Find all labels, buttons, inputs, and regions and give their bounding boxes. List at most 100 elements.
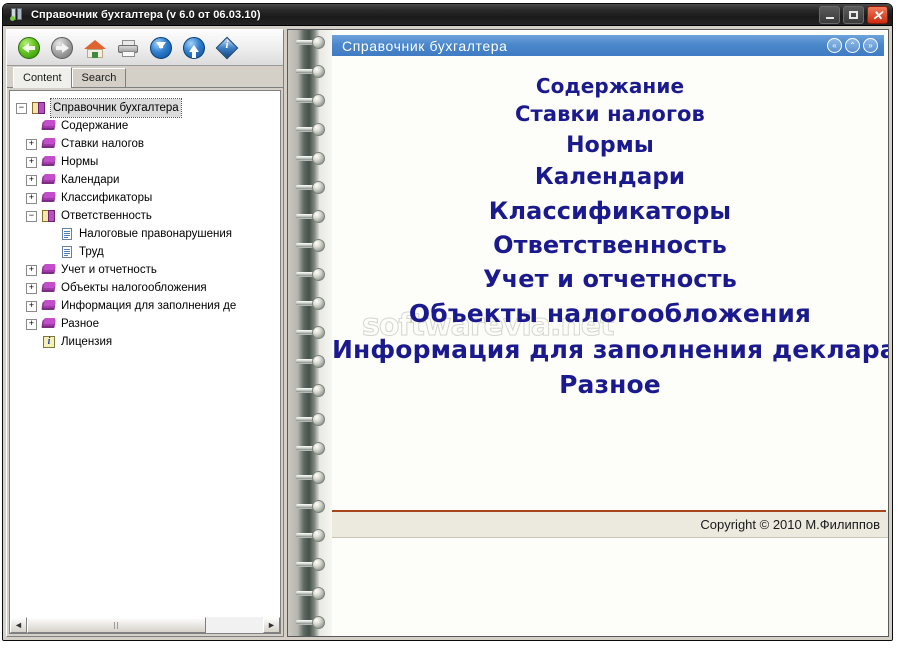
page-bottom-area (332, 538, 888, 636)
navigation-pane: i Content Search − Справочник бухгалтера С… (6, 29, 284, 637)
tree-node-label: Труд (79, 246, 104, 258)
content-menu-link[interactable]: Ставки налогов (332, 100, 888, 130)
page-title: Справочник бухгалтера (342, 37, 508, 54)
tree-expander-icon[interactable]: + (26, 156, 37, 168)
info-icon: i (41, 335, 57, 349)
tree-expander-icon[interactable]: + (26, 174, 37, 186)
tree-node[interactable]: + Календари (26, 171, 276, 189)
tree-expander-icon[interactable]: + (26, 282, 37, 294)
scroll-right-arrow[interactable]: ► (263, 617, 280, 633)
content-menu-link[interactable]: Объекты налогообложения (332, 296, 888, 332)
title-bar: Справочник бухгалтера (v 6.0 от 06.03.10… (3, 4, 892, 26)
spiral-ring-icon (296, 210, 326, 223)
spiral-ring-icon (296, 558, 326, 571)
content-menu-link[interactable]: Ответственность (332, 228, 888, 262)
next-page-icon[interactable]: » (863, 38, 878, 53)
open-book-icon (31, 101, 47, 115)
tab-content[interactable]: Content (13, 67, 72, 88)
tree-horizontal-scrollbar[interactable]: ◄ ► (9, 617, 281, 634)
page-nav-buttons: « ⌃ » (827, 38, 878, 53)
close-button[interactable]: ✕ (867, 6, 888, 24)
scroll-up-button[interactable] (182, 36, 206, 60)
spiral-ring-icon (296, 355, 326, 368)
tree-expander-icon[interactable]: + (26, 138, 37, 150)
scrollbar-thumb[interactable] (27, 617, 207, 633)
book-icon (41, 155, 57, 169)
tree-node[interactable]: Содержание (26, 117, 276, 135)
content-menu-link[interactable]: Календари (332, 161, 888, 194)
tree-node[interactable]: + Учет и отчетность (26, 261, 276, 279)
book-icon (41, 137, 57, 151)
scroll-down-button[interactable] (149, 36, 173, 60)
tree-panel[interactable]: − Справочник бухгалтера Содержание + Ставки … (9, 90, 281, 617)
spiral-ring-icon (296, 413, 326, 426)
tab-strip: Content Search (7, 66, 283, 88)
app-icon (9, 7, 25, 22)
content-menu-link[interactable]: Учет и отчетность (332, 262, 888, 296)
spiral-ring-icon (296, 616, 326, 629)
tree-node[interactable]: + Объекты налогообложения (26, 279, 276, 297)
book-icon (41, 191, 57, 205)
print-button[interactable] (116, 36, 140, 60)
spiral-ring-icon (296, 239, 326, 252)
content-menu-link[interactable]: Классификаторы (332, 194, 888, 228)
tree-node[interactable]: − Ответственность (26, 207, 276, 225)
tree-node[interactable]: Труд (44, 243, 276, 261)
minimize-button[interactable] (819, 6, 840, 24)
back-button[interactable] (17, 36, 41, 60)
tree-node-label: Ответственность (61, 210, 152, 222)
content-menu-link[interactable]: Нормы (332, 130, 888, 161)
client-area: i Content Search − Справочник бухгалтера С… (3, 26, 892, 640)
prev-page-icon[interactable]: « (827, 38, 842, 53)
tree-expander-icon[interactable]: + (26, 192, 37, 204)
content-menu-link[interactable]: Информация для заполнения деклараций (332, 332, 888, 368)
application-window: Справочник бухгалтера (v 6.0 от 06.03.10… (2, 3, 893, 641)
tree-expander-icon[interactable]: − (16, 102, 27, 114)
tree-node[interactable]: + Информация для заполнения де (26, 297, 276, 315)
tree-node[interactable]: − Справочник бухгалтера (16, 98, 276, 118)
forward-button[interactable] (50, 36, 74, 60)
book-icon (41, 317, 57, 331)
content-menu-link[interactable]: Разное (332, 367, 888, 403)
tree-expander-icon[interactable]: + (26, 318, 37, 330)
tree-node[interactable]: + Ставки налогов (26, 135, 276, 153)
tree-node[interactable]: i Лицензия (26, 333, 276, 351)
spiral-ring-icon (296, 529, 326, 542)
tab-search[interactable]: Search (71, 68, 127, 87)
book-icon (41, 281, 57, 295)
tree-node-label: Разное (61, 318, 99, 330)
maximize-button[interactable] (843, 6, 864, 24)
page-footer: Copyright © 2010 М.Филиппов (332, 512, 888, 539)
tree-node[interactable]: + Разное (26, 315, 276, 333)
tree-node[interactable]: Налоговые правонарушения (44, 225, 276, 243)
scrollbar-track[interactable] (27, 617, 263, 633)
copyright-text: Copyright © 2010 М.Филиппов (700, 517, 880, 533)
scroll-left-arrow[interactable]: ◄ (10, 617, 27, 633)
home-button[interactable] (83, 36, 107, 60)
spiral-ring-icon (296, 297, 326, 310)
tree-expander-icon[interactable]: + (26, 300, 37, 312)
up-page-icon[interactable]: ⌃ (845, 38, 860, 53)
content-menu-link[interactable]: Содержание (332, 72, 888, 100)
page-icon (59, 227, 75, 241)
page-whitespace (332, 413, 888, 511)
tree-node[interactable]: + Нормы (26, 153, 276, 171)
spiral-ring-icon (296, 36, 326, 49)
tree-node-label: Учет и отчетность (61, 264, 157, 276)
tree-expander-icon[interactable]: + (26, 264, 37, 276)
window-controls: ✕ (819, 6, 888, 24)
book-icon (41, 173, 57, 187)
tree-node-label: Налоговые правонарушения (79, 228, 233, 240)
info-button[interactable]: i (215, 36, 239, 60)
close-icon: ✕ (872, 7, 883, 23)
tree-expander-icon[interactable]: − (26, 210, 37, 222)
tree-node-label: Объекты налогообложения (61, 282, 207, 294)
spiral-ring-icon (296, 181, 326, 194)
spiral-ring-icon (296, 152, 326, 165)
spiral-ring-icon (296, 471, 326, 484)
spiral-ring-icon (296, 326, 326, 339)
tree-node[interactable]: + Классификаторы (26, 189, 276, 207)
